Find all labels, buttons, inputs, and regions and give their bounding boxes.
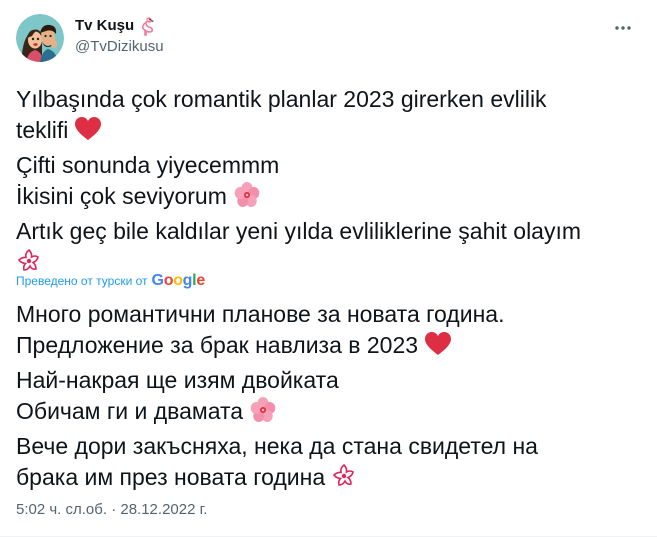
tweet-translated-text: Много романтични планове за новата годин…	[16, 299, 641, 497]
original-line-2-text: teklifi	[16, 117, 69, 143]
more-horizontal-icon	[615, 26, 631, 30]
google-logo: Google	[151, 272, 206, 289]
translated-line-3: Най-накрая ще изям двойката	[16, 367, 339, 393]
translated-line-4: Обичам ги и двамата	[16, 396, 641, 431]
original-line-2: teklifi	[16, 115, 641, 150]
hibiscus-icon	[233, 182, 261, 216]
google-letter-3: o	[173, 272, 183, 289]
avatar-illustration-icon	[16, 14, 64, 62]
author-info: Tv Kuşu @TvDizikusu	[75, 16, 164, 57]
user-handle[interactable]: @TvDizikusu	[75, 37, 164, 57]
white-flower-icon	[331, 463, 357, 497]
hibiscus-icon	[249, 397, 277, 431]
tweet-header: Tv Kuşu @TvDizikusu	[16, 10, 641, 66]
original-line-4-text: İkisini çok seviyorum	[16, 183, 227, 209]
google-letter-6: e	[196, 272, 205, 289]
translated-line-5: Вече дори закъсняха, нека да стана свиде…	[16, 433, 538, 459]
original-line-3: Çifti sonunda yiyecemmm	[16, 152, 280, 178]
tweet: Tv Kuşu @TvDizikusu Yılbaşında çok roman	[0, 0, 657, 537]
more-options-button[interactable]	[611, 16, 635, 40]
translated-line-2-text: Предложение за брак навлиза в 2023	[16, 332, 419, 358]
original-line-1: Yılbaşında çok romantik planlar 2023 gir…	[16, 86, 547, 112]
translated-line-6: брака им през новата година	[16, 462, 641, 497]
google-letter-2: o	[163, 272, 174, 289]
flamingo-icon	[138, 16, 156, 36]
original-line-5: Artık geç bile kaldılar yeni yılda evlil…	[16, 218, 582, 244]
translated-line-2: Предложение за брак навлиза в 2023	[16, 330, 641, 365]
tweet-original-text: Yılbaşında çok romantik planlar 2023 gir…	[16, 84, 641, 282]
translation-notice[interactable]: Преведено от турски от Google	[16, 273, 205, 289]
translated-line-1: Много романтични планове за новата годин…	[16, 301, 505, 327]
google-letter-4: g	[182, 272, 193, 289]
heart-icon	[424, 331, 452, 365]
original-line-4: İkisini çok seviyorum	[16, 181, 641, 216]
avatar[interactable]	[16, 14, 64, 62]
translated-line-4-text: Обичам ги и двамата	[16, 398, 244, 424]
tweet-timestamp[interactable]: 5:02 ч. сл.об. · 28.12.2022 г.	[16, 500, 207, 520]
display-name-row[interactable]: Tv Kuşu	[75, 16, 164, 36]
heart-icon	[74, 116, 102, 150]
translated-line-6-text: брака им през новата година	[16, 464, 326, 490]
google-letter-1: G	[151, 272, 164, 289]
display-name[interactable]: Tv Kuşu	[75, 16, 134, 36]
translation-notice-label[interactable]: Преведено от турски от	[16, 273, 148, 289]
